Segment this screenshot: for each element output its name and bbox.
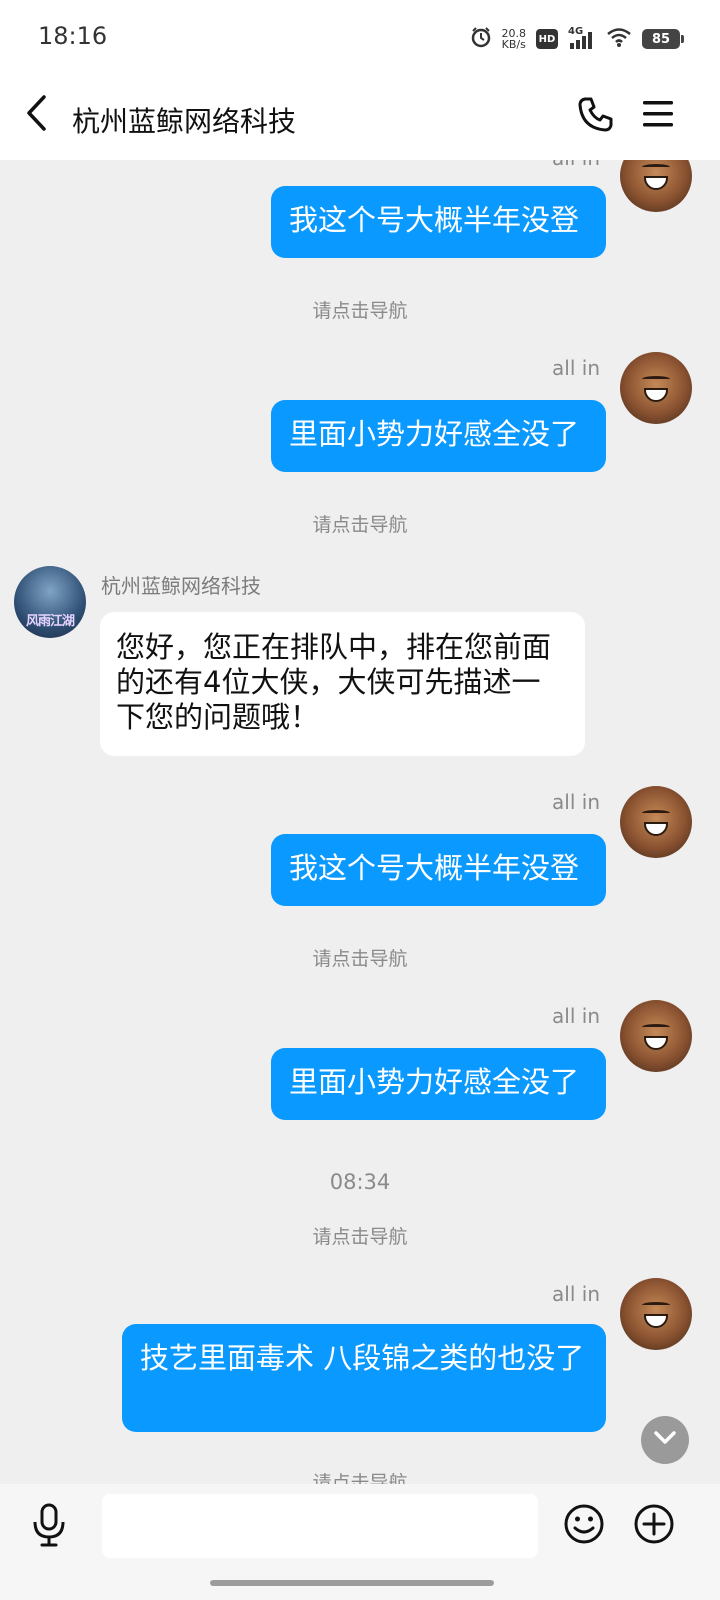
- sender-name: all in: [552, 1004, 600, 1028]
- microphone-icon: [31, 1502, 67, 1552]
- system-message[interactable]: 请点击导航: [0, 296, 720, 323]
- net-speed: 20.8 KB/s: [502, 28, 527, 50]
- hd-badge: HD: [536, 29, 558, 49]
- menu-icon: [641, 99, 675, 133]
- message-bubble-incoming[interactable]: 您好，您正在排队中，排在您前面的还有4位大侠，大侠可先描述一下您的问题哦！: [100, 612, 585, 756]
- chat-header: 杭州蓝鲸网络科技: [0, 78, 720, 160]
- back-icon: [24, 94, 48, 136]
- sender-name: all in: [552, 1282, 600, 1306]
- system-message[interactable]: 请点击导航: [0, 1222, 720, 1249]
- my-avatar[interactable]: [620, 1278, 692, 1350]
- phone-icon: [577, 95, 615, 137]
- home-indicator[interactable]: [210, 1580, 494, 1586]
- plus-icon: [633, 1503, 675, 1549]
- my-avatar[interactable]: [620, 352, 692, 424]
- sender-name: all in: [552, 356, 600, 380]
- battery-level: 85: [651, 31, 671, 47]
- emoji-icon: [563, 1503, 605, 1549]
- timestamp: 08:34: [329, 1170, 391, 1194]
- my-avatar[interactable]: [620, 160, 692, 212]
- system-message[interactable]: 请点击导航: [0, 944, 720, 971]
- status-time: 18:16: [38, 22, 108, 50]
- message-bubble-outgoing[interactable]: 我这个号大概半年没登: [271, 834, 606, 906]
- chat-message-list[interactable]: all in 我这个号大概半年没登 请点击导航 all in 里面小势力好感全没…: [0, 160, 720, 1516]
- wifi-icon: [606, 26, 632, 52]
- status-bar: 18:16 20.8 KB/s HD 4G 85: [0, 0, 720, 78]
- battery-icon: 85: [642, 29, 684, 49]
- agent-name: 杭州蓝鲸网络科技: [101, 574, 261, 598]
- message-bubble-outgoing[interactable]: 里面小势力好感全没了: [271, 400, 606, 472]
- status-icons: 20.8 KB/s HD 4G 85: [470, 24, 684, 54]
- message-input[interactable]: [102, 1494, 538, 1558]
- chevron-down-icon: [653, 1430, 677, 1450]
- page-title: 杭州蓝鲸网络科技: [72, 105, 297, 138]
- back-button[interactable]: [16, 92, 56, 138]
- emoji-button[interactable]: [562, 1504, 606, 1548]
- signal-icon: 4G: [568, 26, 596, 50]
- sender-name: all in: [520, 160, 600, 170]
- system-message[interactable]: 请点击导航: [0, 510, 720, 537]
- sender-name: all in: [552, 790, 600, 814]
- call-button[interactable]: [574, 94, 618, 138]
- menu-button[interactable]: [636, 94, 680, 138]
- alarm-icon: [470, 26, 492, 52]
- avatar-logo-text: 风雨江湖: [25, 614, 75, 629]
- agent-avatar[interactable]: 风雨江湖: [14, 566, 86, 638]
- my-avatar[interactable]: [620, 1000, 692, 1072]
- message-bubble-outgoing[interactable]: 技艺里面毒术 八段锦之类的也没了: [122, 1324, 606, 1432]
- scroll-to-bottom-button[interactable]: [641, 1416, 689, 1464]
- message-bubble-outgoing[interactable]: 里面小势力好感全没了: [271, 1048, 606, 1120]
- my-avatar[interactable]: [620, 786, 692, 858]
- more-options-button[interactable]: [632, 1504, 676, 1548]
- voice-button[interactable]: [26, 1502, 72, 1552]
- net-speed-unit: KB/s: [501, 38, 526, 51]
- message-bubble-outgoing[interactable]: 我这个号大概半年没登: [271, 186, 606, 258]
